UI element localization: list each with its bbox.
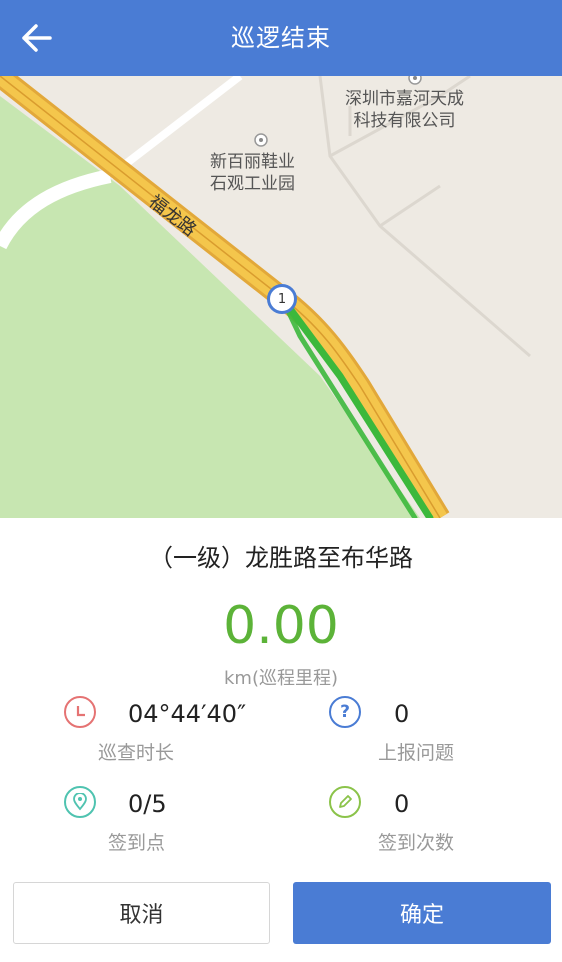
checkin-points-value: 0/5 <box>128 790 167 818</box>
start-marker-label: 1 <box>277 291 287 307</box>
route-name: （一级）龙胜路至布华路 <box>149 544 413 572</box>
start-marker[interactable]: 1 <box>267 284 297 314</box>
pencil-icon <box>329 786 361 818</box>
poi-label-industrial-park: 新百丽鞋业 石观工业园 <box>210 152 295 194</box>
clock-icon <box>64 696 96 728</box>
reported-issues-value: 0 <box>394 700 410 728</box>
duration-label: 巡查时长 <box>98 742 175 764</box>
patrol-summary: （一级）龙胜路至布华路 0.00 km(巡程里程) 04°44′40″ 巡查时长… <box>0 518 562 962</box>
location-pin-icon <box>64 786 96 818</box>
reported-issues-label: 上报问题 <box>378 742 455 764</box>
route-map[interactable]: 深圳市嘉河天成 科技有限公司 新百丽鞋业 石观工业园 福龙路 1 <box>0 76 562 518</box>
title-bar: 巡逻结束 <box>0 0 562 76</box>
distance-unit-label: km(巡程里程) <box>223 668 338 689</box>
cancel-button[interactable]: 取消 <box>13 882 270 944</box>
poi-label-company: 深圳市嘉河天成 科技有限公司 <box>345 89 464 131</box>
checkin-count-value: 0 <box>394 790 410 818</box>
checkin-points-label: 签到点 <box>108 832 166 854</box>
confirm-button[interactable]: 确定 <box>293 882 551 944</box>
checkin-count-label: 签到次数 <box>378 832 455 854</box>
distance-value: 0.00 <box>223 596 339 656</box>
page-title: 巡逻结束 <box>231 24 331 52</box>
duration-value: 04°44′40″ <box>128 700 247 728</box>
question-icon: ? <box>329 696 361 728</box>
